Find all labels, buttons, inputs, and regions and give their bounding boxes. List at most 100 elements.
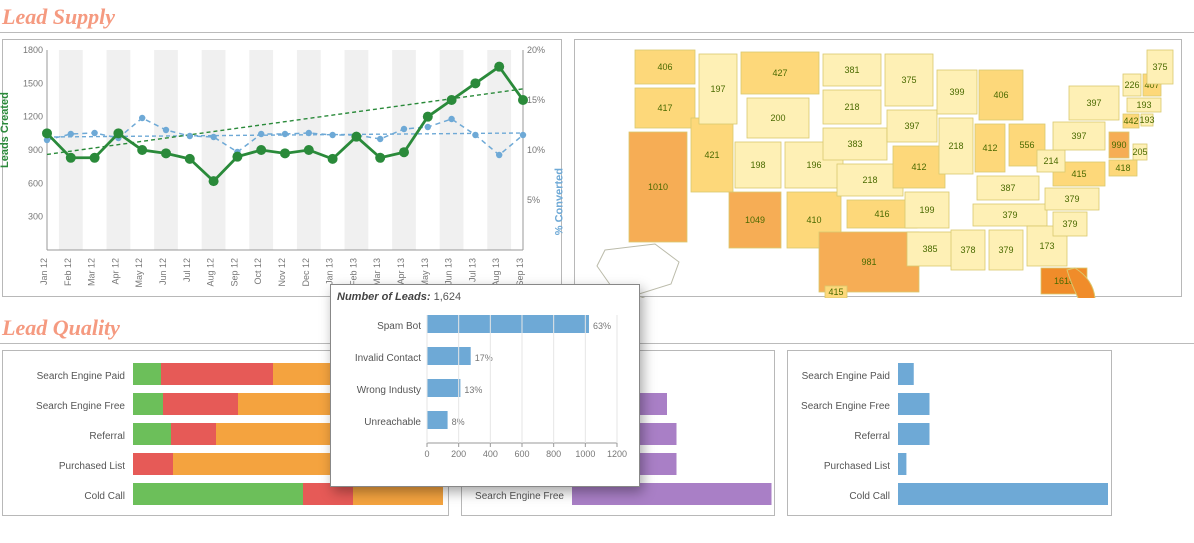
svg-text:415: 415 bbox=[1071, 169, 1086, 179]
svg-text:200: 200 bbox=[770, 113, 785, 123]
tooltip-lead-breakdown: Number of Leads: 1,624 Spam Bot 63% Invali… bbox=[330, 284, 640, 487]
svg-text:Jun 13: Jun 13 bbox=[444, 258, 454, 285]
svg-text:415: 415 bbox=[828, 287, 843, 297]
svg-text:Jun 12: Jun 12 bbox=[158, 258, 168, 285]
svg-text:Sep 12: Sep 12 bbox=[229, 258, 239, 287]
svg-text:Search Engine Free: Search Engine Free bbox=[801, 401, 890, 412]
svg-text:600: 600 bbox=[28, 178, 43, 188]
svg-text:1200: 1200 bbox=[607, 449, 627, 459]
chart-lead-supply: Leads Created % Converted 30060090012001… bbox=[2, 39, 562, 297]
svg-text:421: 421 bbox=[704, 150, 719, 160]
svg-text:Invalid Contact: Invalid Contact bbox=[355, 353, 421, 364]
svg-text:May 12: May 12 bbox=[134, 258, 144, 288]
svg-text:Referral: Referral bbox=[89, 431, 125, 442]
svg-text:383: 383 bbox=[847, 139, 862, 149]
svg-text:15%: 15% bbox=[527, 95, 545, 105]
svg-text:900: 900 bbox=[28, 145, 43, 155]
svg-text:218: 218 bbox=[844, 102, 859, 112]
svg-text:427: 427 bbox=[772, 68, 787, 78]
svg-text:Search Engine Free: Search Engine Free bbox=[475, 491, 564, 502]
svg-text:63%: 63% bbox=[593, 321, 611, 331]
y-axis-right-title: % Converted bbox=[553, 168, 565, 235]
svg-text:Jan 13: Jan 13 bbox=[325, 258, 335, 285]
tooltip-title-label: Number of Leads: bbox=[337, 291, 431, 303]
line-chart-svg: 3006009001200150018005%10%15%20%Jan 12Fe… bbox=[3, 40, 563, 298]
svg-text:205: 205 bbox=[1132, 147, 1147, 157]
svg-text:20%: 20% bbox=[527, 45, 545, 55]
svg-text:412: 412 bbox=[982, 143, 997, 153]
svg-text:379: 379 bbox=[1062, 219, 1077, 229]
svg-text:300: 300 bbox=[28, 212, 43, 222]
svg-text:197: 197 bbox=[710, 84, 725, 94]
svg-text:1010: 1010 bbox=[648, 182, 668, 192]
svg-text:406: 406 bbox=[993, 90, 1008, 100]
divider bbox=[0, 32, 1194, 33]
svg-text:381: 381 bbox=[844, 65, 859, 75]
svg-text:Mar 12: Mar 12 bbox=[87, 258, 97, 286]
svg-text:Purchased List: Purchased List bbox=[824, 461, 890, 472]
svg-text:226: 226 bbox=[1124, 80, 1139, 90]
svg-text:Jul 13: Jul 13 bbox=[467, 258, 477, 282]
svg-text:Sep 13: Sep 13 bbox=[515, 258, 525, 287]
svg-text:Spam Bot: Spam Bot bbox=[377, 321, 421, 332]
svg-text:442: 442 bbox=[1123, 116, 1138, 126]
svg-text:193: 193 bbox=[1139, 115, 1154, 125]
svg-text:Purchased List: Purchased List bbox=[59, 461, 125, 472]
svg-text:375: 375 bbox=[1152, 62, 1167, 72]
chart-map: 406 417 1010 421 197 427 200 198 1049 196 410 381 21… bbox=[574, 39, 1182, 297]
svg-text:412: 412 bbox=[911, 162, 926, 172]
svg-text:Feb 13: Feb 13 bbox=[348, 258, 358, 286]
svg-text:556: 556 bbox=[1019, 140, 1034, 150]
svg-text:416: 416 bbox=[874, 209, 889, 219]
svg-text:1200: 1200 bbox=[23, 112, 43, 122]
svg-text:990: 990 bbox=[1111, 140, 1126, 150]
svg-text:397: 397 bbox=[1071, 131, 1086, 141]
svg-text:417: 417 bbox=[657, 103, 672, 113]
svg-text:218: 218 bbox=[862, 175, 877, 185]
svg-text:379: 379 bbox=[1064, 194, 1079, 204]
svg-text:410: 410 bbox=[806, 215, 821, 225]
svg-text:198: 198 bbox=[750, 160, 765, 170]
svg-text:Search Engine Free: Search Engine Free bbox=[36, 401, 125, 412]
tooltip-bar-svg: Spam Bot63%Invalid Contact17%Wrong Indus… bbox=[337, 309, 635, 479]
svg-text:Apr 13: Apr 13 bbox=[396, 258, 406, 285]
svg-text:418: 418 bbox=[1115, 163, 1130, 173]
svg-text:600: 600 bbox=[514, 449, 529, 459]
svg-text:214: 214 bbox=[1043, 156, 1058, 166]
svg-text:Jul 12: Jul 12 bbox=[182, 258, 192, 282]
svg-text:379: 379 bbox=[998, 245, 1013, 255]
svg-text:1000: 1000 bbox=[575, 449, 595, 459]
svg-text:Nov 12: Nov 12 bbox=[277, 258, 287, 287]
svg-text:200: 200 bbox=[451, 449, 466, 459]
svg-text:375: 375 bbox=[901, 75, 916, 85]
svg-text:Aug 13: Aug 13 bbox=[491, 258, 501, 287]
svg-text:Aug 12: Aug 12 bbox=[206, 258, 216, 287]
svg-text:13%: 13% bbox=[464, 385, 482, 395]
svg-text:385: 385 bbox=[922, 244, 937, 254]
svg-text:981: 981 bbox=[861, 257, 876, 267]
blue-bar-svg: Search Engine PaidSearch Engine FreeRefe… bbox=[788, 351, 1112, 516]
chart-quality-blue: Search Engine PaidSearch Engine FreeRefe… bbox=[787, 350, 1112, 516]
y-axis-left-title: Leads Created bbox=[0, 92, 11, 168]
svg-text:400: 400 bbox=[483, 449, 498, 459]
section-title-supply: Lead Supply bbox=[2, 4, 1194, 30]
svg-text:Wrong Industy: Wrong Industy bbox=[357, 385, 421, 396]
svg-text:1049: 1049 bbox=[745, 215, 765, 225]
svg-text:378: 378 bbox=[960, 245, 975, 255]
svg-text:Apr 12: Apr 12 bbox=[110, 258, 120, 285]
svg-text:Mar 13: Mar 13 bbox=[372, 258, 382, 286]
svg-text:1500: 1500 bbox=[23, 78, 43, 88]
svg-text:Unreachable: Unreachable bbox=[364, 417, 421, 428]
svg-text:8%: 8% bbox=[452, 417, 465, 427]
svg-text:800: 800 bbox=[546, 449, 561, 459]
svg-text:1800: 1800 bbox=[23, 45, 43, 55]
svg-text:Search Engine Paid: Search Engine Paid bbox=[37, 371, 125, 382]
svg-text:Cold Call: Cold Call bbox=[849, 491, 890, 502]
svg-text:196: 196 bbox=[806, 160, 821, 170]
svg-text:397: 397 bbox=[1086, 98, 1101, 108]
svg-text:Feb 12: Feb 12 bbox=[63, 258, 73, 286]
svg-text:399: 399 bbox=[949, 87, 964, 97]
svg-text:10%: 10% bbox=[527, 145, 545, 155]
svg-text:Jan 12: Jan 12 bbox=[39, 258, 49, 285]
tooltip-title-value: 1,624 bbox=[434, 291, 462, 303]
